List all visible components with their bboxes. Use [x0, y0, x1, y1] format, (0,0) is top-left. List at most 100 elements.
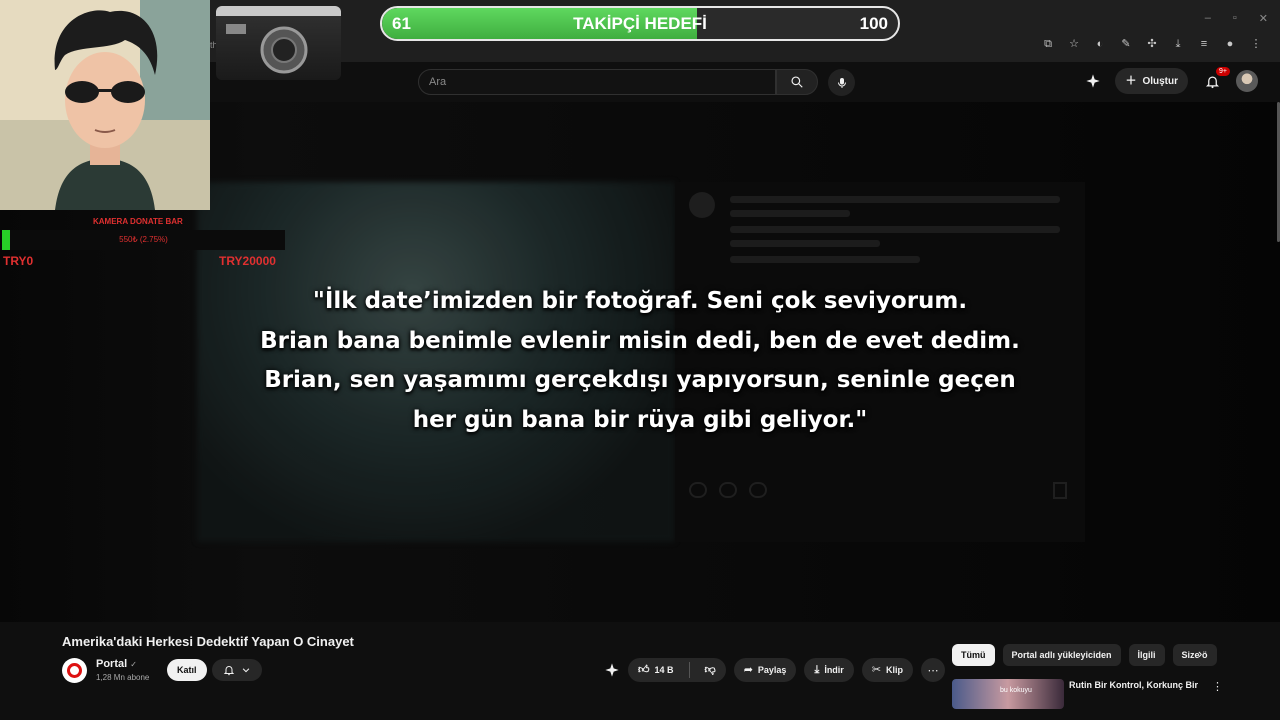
clip-label: Klip: [886, 665, 904, 675]
post-text-line: [730, 240, 880, 247]
notifications-button[interactable]: 9+: [1202, 67, 1230, 91]
media-icon[interactable]: ≡: [1198, 38, 1210, 50]
send-icon: [749, 482, 767, 498]
notification-badge: 9+: [1216, 67, 1230, 76]
comment-icon: [719, 482, 737, 498]
more-actions-button[interactable]: ⋯: [921, 658, 946, 682]
portal-logo-icon: [67, 663, 82, 678]
subtitle-line: "İlk date’imizden bir fotoğraf. Seni çok…: [312, 288, 968, 314]
bell-icon: [223, 666, 235, 676]
header-actions: ＋ Oluştur 9+: [1085, 67, 1258, 94]
gemini-sparkle-icon[interactable]: [604, 662, 620, 678]
more-horizontal-icon: ⋯: [927, 664, 939, 677]
translate-icon[interactable]: ✎: [1120, 38, 1132, 50]
recommended-thumbnail[interactable]: [952, 679, 1064, 709]
dislike-button[interactable]: 👎︎: [695, 658, 726, 682]
plus-icon: ＋: [1125, 74, 1137, 87]
search-button[interactable]: [776, 69, 818, 95]
goal-title: TAKİPÇİ HEDEFİ: [573, 14, 707, 33]
anime-avatar-illustration: [0, 0, 210, 210]
post-text-line: [730, 196, 1060, 203]
divider: [688, 662, 690, 678]
puzzle-icon[interactable]: ✣: [1146, 38, 1158, 50]
recommendation-chips: Tümü Portal adlı yükleyiciden İlgili Siz…: [952, 644, 1217, 666]
subscription-notification-button[interactable]: [212, 659, 262, 681]
donate-progress-bar: 550₺ (2.75%): [2, 230, 285, 250]
subtitle-line: Brian bana benimle evlenir misin dedi, b…: [260, 327, 1020, 354]
subscriber-count: 1,28 Mn abone: [96, 673, 150, 682]
profile-icon[interactable]: ●: [1224, 38, 1236, 50]
download-icon[interactable]: ⤓: [1172, 38, 1184, 50]
create-button[interactable]: ＋ Oluştur: [1115, 68, 1188, 94]
goal-max: 100: [859, 14, 888, 33]
download-button[interactable]: ⤓ İndir: [804, 658, 854, 682]
thumbnail-caption: bu kokuyu: [1000, 687, 1032, 694]
post-text-line: [730, 226, 1060, 233]
clip-button[interactable]: ✂ Klip: [861, 658, 914, 682]
thumbs-down-icon: 👎︎: [704, 663, 716, 676]
follower-goal-bar: 61 TAKİPÇİ HEDEFİ 100: [380, 6, 900, 41]
post-avatar: [689, 192, 715, 218]
streamer-avatar-overlay: [0, 0, 210, 210]
scissors-icon: ✂: [871, 663, 882, 676]
channel-name-text: Portal: [96, 658, 128, 670]
more-vertical-icon[interactable]: ⋮: [1212, 680, 1223, 693]
download-label: İndir: [824, 665, 844, 675]
chip-related[interactable]: İlgili: [1128, 644, 1165, 666]
subtitle-line: her gün bana bir rüya gibi geliyor.": [412, 406, 868, 433]
maximize-icon[interactable]: ▫: [1233, 12, 1237, 25]
voice-search-button[interactable]: [828, 69, 855, 96]
donate-bar-widget: KAMERA DONATE BAR 550₺ (2.75%) TRY0 TRY2…: [0, 214, 290, 274]
chip-for-you[interactable]: Size ö: [1172, 644, 1217, 666]
thumbs-up-icon: 👍︎: [638, 663, 650, 676]
search-icon: [791, 76, 803, 88]
chevron-right-icon[interactable]: ›: [1198, 646, 1202, 661]
post-actions: [689, 482, 767, 498]
camera-lens-icon: [226, 24, 308, 74]
cast-icon[interactable]: ⧉: [1042, 38, 1054, 50]
window-controls: – ▫ ✕: [1205, 12, 1268, 25]
gemini-sparkle-icon[interactable]: [1085, 73, 1101, 89]
download-icon: ⤓: [814, 663, 820, 676]
donate-title: KAMERA DONATE BAR: [93, 217, 183, 226]
heart-icon: [689, 482, 707, 498]
extension-icon[interactable]: ◐: [1094, 38, 1106, 50]
star-icon[interactable]: ☆: [1068, 38, 1080, 50]
camera-image: [216, 6, 341, 80]
join-button[interactable]: Katıl: [167, 659, 207, 681]
menu-icon[interactable]: ⋮: [1250, 38, 1262, 50]
post-text-line: [730, 210, 850, 217]
like-dislike-group: 👍︎ 14 B 👎︎: [628, 658, 726, 682]
share-button[interactable]: ➦ Paylaş: [733, 658, 797, 682]
bookmark-icon: [1053, 482, 1067, 499]
close-icon[interactable]: ✕: [1259, 12, 1268, 25]
channel-name[interactable]: Portal ✓: [96, 658, 137, 670]
share-icon: ➦: [743, 663, 753, 676]
donate-max-label: TRY20000: [219, 254, 276, 268]
donate-min-label: TRY0: [3, 254, 34, 268]
post-text-line: [730, 256, 920, 263]
like-count: 14 B: [654, 665, 674, 675]
chip-all[interactable]: Tümü: [952, 644, 995, 666]
video-actions: 👍︎ 14 B 👎︎ ➦ Paylaş ⤓ İndir ✂ Klip ⋯: [604, 658, 946, 682]
bell-icon: [1205, 76, 1219, 88]
account-avatar[interactable]: [1236, 70, 1258, 92]
like-button[interactable]: 👍︎ 14 B: [628, 658, 684, 682]
video-title: Amerika'daki Herkesi Dedektif Yapan O Ci…: [62, 634, 354, 649]
microphone-icon: [837, 77, 846, 88]
channel-avatar[interactable]: [62, 658, 87, 683]
video-subtitle: "İlk date’imizden bir fotoğraf. Seni çok…: [200, 282, 1080, 440]
subtitle-line: Brian, sen yaşamımı gerçekdışı yapıyorsu…: [264, 367, 1016, 393]
screen: th – ▫ ✕ ⧉ ☆ ◐ ✎ ✣ ⤓ ≡ ● ⋮ Ara ＋ Oluştur…: [0, 0, 1280, 720]
share-label: Paylaş: [757, 665, 787, 675]
chip-from-uploader[interactable]: Portal adlı yükleyiciden: [1002, 644, 1121, 666]
minimize-icon[interactable]: –: [1205, 12, 1211, 25]
search-input[interactable]: Ara: [418, 69, 776, 95]
browser-toolbar: ⧉ ☆ ◐ ✎ ✣ ⤓ ≡ ● ⋮: [1042, 38, 1262, 50]
video-info-section: Amerika'daki Herkesi Dedektif Yapan O Ci…: [0, 622, 1280, 720]
recommended-video-title[interactable]: Rutin Bir Kontrol, Korkunç Bir: [1069, 680, 1198, 690]
create-label: Oluştur: [1142, 75, 1178, 87]
verified-icon: ✓: [130, 660, 137, 669]
chevron-down-icon: [242, 668, 250, 673]
donate-percent: 550₺ (2.75%): [119, 235, 168, 244]
